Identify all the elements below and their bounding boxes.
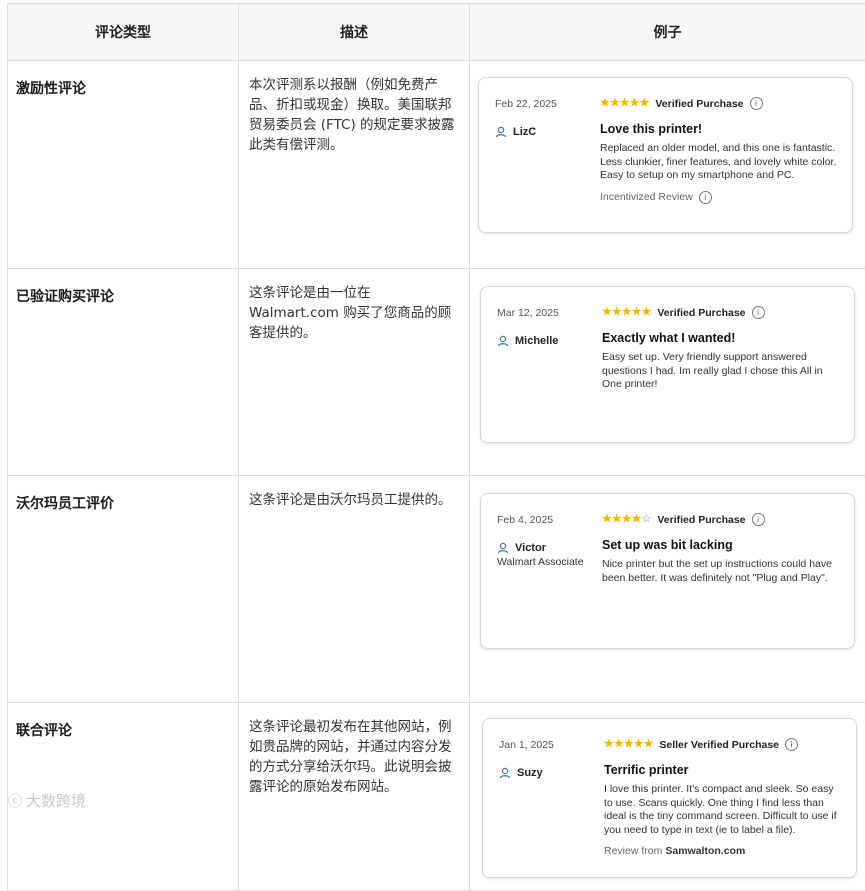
verified-badge: Verified Purchase	[657, 307, 745, 319]
review-body: Replaced an older model, and this one is…	[600, 142, 840, 183]
review-types-table: 评论类型 描述 例子 激励性评论 本次评测系以报酬（例如免费产品、折扣或现金）换…	[7, 3, 865, 891]
star-icon: ★	[632, 514, 642, 525]
star-icon: ★	[620, 98, 630, 109]
review-title: Set up was bit lacking	[602, 538, 842, 552]
review-body: Nice printer but the set up instructions…	[602, 558, 842, 585]
star-icon: ★	[624, 739, 634, 750]
review-type: 激励性评论	[8, 61, 239, 269]
review-description: 这条评论最初发布在其他网站，例如贵品牌的网站，并通过内容分发的方式分享给沃尔玛。…	[239, 703, 470, 891]
review-card: Mar 12, 2025 Michelle ★★★★★ Verified Pur…	[480, 286, 855, 443]
example-cell: Mar 12, 2025 Michelle ★★★★★ Verified Pur…	[470, 269, 865, 476]
review-title: Terrific printer	[604, 763, 844, 777]
star-icon: ★	[632, 307, 642, 318]
table-row: 联合评论 这条评论最初发布在其他网站，例如贵品牌的网站，并通过内容分发的方式分享…	[8, 703, 865, 891]
review-type: 沃尔玛员工评价	[8, 476, 239, 703]
review-type: 已验证购买评论	[8, 269, 239, 476]
reviewer-name: Suzy	[517, 767, 543, 779]
info-icon[interactable]: i	[752, 513, 765, 526]
verified-badge: Verified Purchase	[655, 98, 743, 110]
info-icon[interactable]: i	[750, 97, 763, 110]
info-icon[interactable]: i	[752, 306, 765, 319]
table-row: 沃尔玛员工评价 这条评论是由沃尔玛员工提供的。 Feb 4, 2025 Vict…	[8, 476, 865, 703]
star-icon: ★	[612, 307, 622, 318]
star-rating: ★★★★★	[604, 739, 653, 750]
star-icon: ★	[600, 98, 610, 109]
example-cell: Jan 1, 2025 Suzy ★★★★★ Seller Verified P…	[470, 703, 865, 891]
star-icon: ★	[640, 98, 650, 109]
review-date: Mar 12, 2025	[497, 307, 597, 319]
review-description: 这条评论是由沃尔玛员工提供的。	[239, 476, 470, 703]
review-footer: Review from Samwalton.com	[604, 845, 844, 857]
review-date: Feb 22, 2025	[495, 98, 595, 110]
star-icon: ★	[612, 514, 622, 525]
review-date: Feb 4, 2025	[497, 514, 597, 526]
star-icon: ★	[610, 98, 620, 109]
reviewer: LizC	[495, 126, 595, 138]
user-icon	[499, 767, 511, 779]
verified-badge: Seller Verified Purchase	[659, 739, 779, 751]
star-icon: ★	[622, 514, 632, 525]
reviewer: Victor	[497, 542, 597, 554]
review-card: Feb 22, 2025 LizC ★★★★★ Verified Purchas…	[478, 77, 853, 233]
reviewer-name: LizC	[513, 126, 536, 138]
review-body: I love this printer. It's compact and sl…	[604, 783, 844, 837]
review-date: Jan 1, 2025	[499, 739, 599, 751]
verified-badge: Verified Purchase	[657, 514, 745, 526]
review-description: 本次评测系以报酬（例如免费产品、折扣或现金）换取。美国联邦贸易委员会 (FTC)…	[239, 61, 470, 269]
user-icon	[497, 335, 509, 347]
user-icon	[497, 542, 509, 554]
example-cell: Feb 22, 2025 LizC ★★★★★ Verified Purchas…	[470, 61, 865, 269]
star-icon: ★	[602, 307, 612, 318]
review-footer: Incentivized Review i	[600, 191, 840, 204]
reviewer: Suzy	[499, 767, 599, 779]
watermark-logo-icon: ⓒ	[8, 791, 22, 811]
star-icon: ★	[622, 307, 632, 318]
reviewer: Michelle	[497, 335, 597, 347]
table-row: 激励性评论 本次评测系以报酬（例如免费产品、折扣或现金）换取。美国联邦贸易委员会…	[8, 61, 865, 269]
star-icon: ☆	[642, 514, 652, 525]
info-icon[interactable]: i	[785, 738, 798, 751]
header-example: 例子	[470, 4, 865, 61]
star-icon: ★	[630, 98, 640, 109]
header-desc: 描述	[239, 4, 470, 61]
review-title: Exactly what I wanted!	[602, 331, 842, 345]
watermark-text: 大数跨境	[26, 790, 86, 811]
watermark: ⓒ 大数跨境	[8, 790, 86, 811]
star-icon: ★	[634, 739, 644, 750]
table-row: 已验证购买评论 这条评论是由一位在 Walmart.com 购买了您商品的顾客提…	[8, 269, 865, 476]
star-icon: ★	[642, 307, 652, 318]
source-site[interactable]: Samwalton.com	[665, 845, 745, 857]
example-cell: Feb 4, 2025 Victor Walmart Associate ★★★…	[470, 476, 865, 703]
star-icon: ★	[614, 739, 624, 750]
star-icon: ★	[602, 514, 612, 525]
footer-text: Review from	[604, 845, 662, 857]
star-icon: ★	[604, 739, 614, 750]
user-icon	[495, 126, 507, 138]
star-icon: ★	[644, 739, 654, 750]
header-type: 评论类型	[8, 4, 239, 61]
star-rating: ★★★★★	[602, 307, 651, 318]
review-description: 这条评论是由一位在 Walmart.com 购买了您商品的顾客提供的。	[239, 269, 470, 476]
star-rating: ★★★★☆	[602, 514, 651, 525]
review-card: Jan 1, 2025 Suzy ★★★★★ Seller Verified P…	[482, 718, 857, 878]
review-title: Love this printer!	[600, 122, 840, 136]
footer-text: Incentivized Review	[600, 191, 693, 203]
review-card: Feb 4, 2025 Victor Walmart Associate ★★★…	[480, 493, 855, 649]
reviewer-name: Michelle	[515, 335, 558, 347]
review-body: Easy set up. Very friendly support answe…	[602, 351, 842, 392]
reviewer-name: Victor	[515, 542, 546, 554]
table-header-row: 评论类型 描述 例子	[8, 4, 865, 61]
star-rating: ★★★★★	[600, 98, 649, 109]
info-icon[interactable]: i	[699, 191, 712, 204]
associate-label: Walmart Associate	[497, 556, 597, 568]
